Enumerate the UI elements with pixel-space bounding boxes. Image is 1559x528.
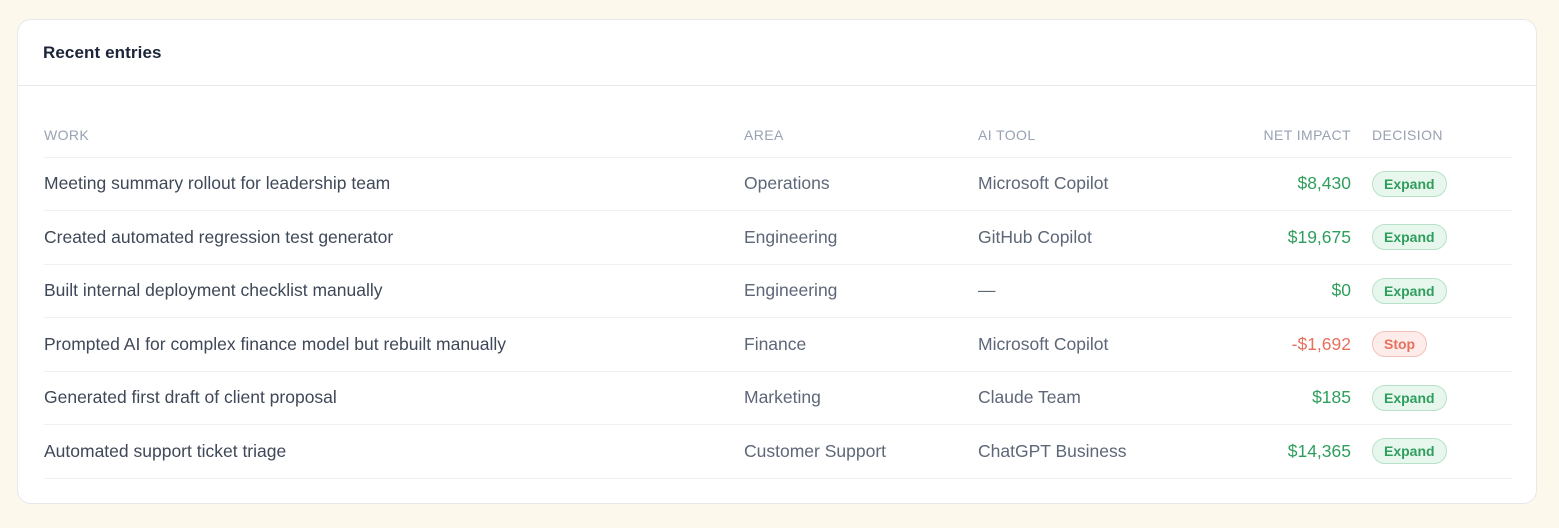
area-cell: Finance bbox=[744, 317, 978, 372]
decision-badge-stop: Stop bbox=[1372, 331, 1428, 358]
table-header-row: WORK AREA AI TOOL NET IMPACT DECISION bbox=[44, 112, 1512, 158]
area-cell: Operations bbox=[744, 157, 978, 211]
net-impact-cell: $185 bbox=[1198, 371, 1351, 425]
area-cell: Customer Support bbox=[744, 424, 978, 479]
area-cell: Engineering bbox=[744, 264, 978, 318]
work-cell: Automated support ticket triage bbox=[44, 424, 744, 479]
table-header: WORK AREA AI TOOL NET IMPACT DECISION bbox=[44, 112, 1512, 158]
decision-cell: Expand bbox=[1351, 264, 1512, 318]
table-row[interactable]: Created automated regression test genera… bbox=[44, 210, 1512, 265]
ai-tool-cell: GitHub Copilot bbox=[978, 210, 1198, 265]
column-header-decision[interactable]: DECISION bbox=[1351, 112, 1512, 158]
recent-entries-card: Recent entries WORK AREA AI TOOL NET IMP… bbox=[17, 19, 1537, 504]
net-impact-cell: $0 bbox=[1198, 264, 1351, 318]
column-header-work[interactable]: WORK bbox=[44, 112, 744, 158]
column-header-ai-tool[interactable]: AI TOOL bbox=[978, 112, 1198, 158]
decision-cell: Expand bbox=[1351, 371, 1512, 425]
work-cell: Created automated regression test genera… bbox=[44, 210, 744, 265]
card-title: Recent entries bbox=[43, 42, 162, 62]
table-row[interactable]: Generated first draft of client proposal… bbox=[44, 371, 1512, 425]
decision-badge-expand: Expand bbox=[1372, 438, 1447, 465]
decision-badge-expand: Expand bbox=[1372, 277, 1447, 304]
table-row[interactable]: Automated support ticket triage Customer… bbox=[44, 424, 1512, 479]
entries-table: WORK AREA AI TOOL NET IMPACT DECISION Me… bbox=[44, 112, 1512, 479]
table-row[interactable]: Meeting summary rollout for leadership t… bbox=[44, 157, 1512, 211]
decision-cell: Expand bbox=[1351, 424, 1512, 479]
net-impact-cell: $19,675 bbox=[1198, 210, 1351, 265]
ai-tool-cell: — bbox=[978, 264, 1198, 318]
net-impact-cell: $14,365 bbox=[1198, 424, 1351, 479]
table-body: Meeting summary rollout for leadership t… bbox=[44, 157, 1512, 479]
column-header-net-impact[interactable]: NET IMPACT bbox=[1198, 112, 1351, 158]
net-impact-cell: $8,430 bbox=[1198, 157, 1351, 211]
decision-cell: Expand bbox=[1351, 210, 1512, 265]
entries-table-wrapper: WORK AREA AI TOOL NET IMPACT DECISION Me… bbox=[44, 112, 1512, 479]
work-cell: Generated first draft of client proposal bbox=[44, 371, 744, 425]
decision-cell: Expand bbox=[1351, 157, 1512, 211]
work-cell: Built internal deployment checklist manu… bbox=[44, 264, 744, 318]
work-cell: Meeting summary rollout for leadership t… bbox=[44, 157, 744, 211]
net-impact-cell: -$1,692 bbox=[1198, 317, 1351, 372]
decision-badge-expand: Expand bbox=[1372, 170, 1447, 197]
ai-tool-cell: Microsoft Copilot bbox=[978, 157, 1198, 211]
ai-tool-cell: Microsoft Copilot bbox=[978, 317, 1198, 372]
work-cell: Prompted AI for complex finance model bu… bbox=[44, 317, 744, 372]
ai-tool-cell: ChatGPT Business bbox=[978, 424, 1198, 479]
area-cell: Marketing bbox=[744, 371, 978, 425]
ai-tool-cell: Claude Team bbox=[978, 371, 1198, 425]
area-cell: Engineering bbox=[744, 210, 978, 265]
decision-cell: Stop bbox=[1351, 317, 1512, 372]
table-row[interactable]: Built internal deployment checklist manu… bbox=[44, 264, 1512, 318]
decision-badge-expand: Expand bbox=[1372, 224, 1447, 251]
decision-badge-expand: Expand bbox=[1372, 384, 1447, 411]
card-header: Recent entries bbox=[18, 20, 1536, 86]
table-row[interactable]: Prompted AI for complex finance model bu… bbox=[44, 317, 1512, 372]
column-header-area[interactable]: AREA bbox=[744, 112, 978, 158]
